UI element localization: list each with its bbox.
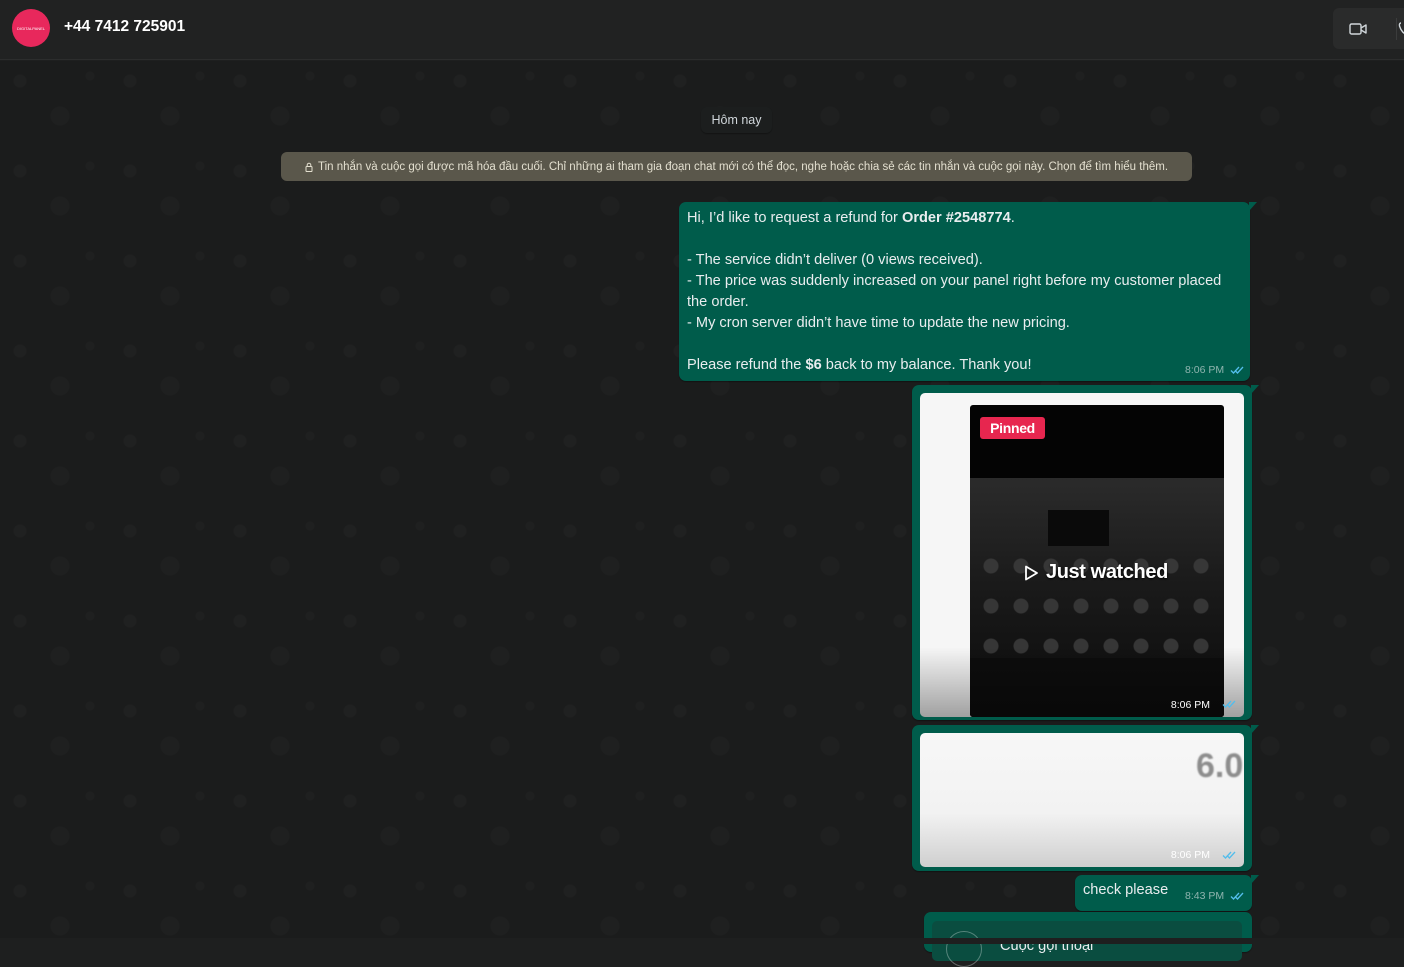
refund-amount: $6 — [805, 357, 822, 373]
call-buttons-group — [1333, 8, 1404, 49]
message-text-segment: . — [1010, 210, 1015, 226]
message-line: - The price was suddenly increased on yo… — [687, 273, 1222, 310]
message-time: 8:43 PM — [1185, 890, 1225, 902]
encryption-notice[interactable]: Tin nhắn và cuộc gọi được mã hóa đầu cuố… — [281, 152, 1192, 181]
outgoing-message-refund-request[interactable]: Hi, I’d like to request a refund for Ord… — [679, 202, 1257, 381]
date-chip: Hôm nay — [701, 107, 772, 133]
scene-screen — [1048, 510, 1109, 546]
message-time: 8:06 PM — [1170, 849, 1210, 861]
bubble-tail — [1249, 202, 1257, 211]
outgoing-call-message[interactable]: Cuộc gọi thoại — [924, 912, 1252, 967]
message-line: - The service didn’t deliver (0 views re… — [687, 252, 983, 268]
phone-icon — [1398, 22, 1404, 35]
pinned-badge: Pinned — [980, 417, 1045, 439]
contact-avatar[interactable]: DIGITALPANEL — [12, 9, 50, 47]
message-line: - My cron server didn’t have time to upd… — [687, 315, 1070, 331]
double-check-read-icon — [1222, 700, 1236, 708]
outgoing-message-check-please[interactable]: check please 8:43 PM — [1075, 875, 1259, 911]
just-watched-overlay: Just watched — [1022, 561, 1168, 584]
message-text-segment: back to my balance. Thank you! — [821, 357, 1032, 373]
bubble-tail — [1251, 385, 1259, 394]
message-line: Hi, I’d like to request a refund for Ord… — [687, 208, 1240, 229]
message-text-segment: Hi, I’d like to request a refund for — [687, 210, 902, 226]
order-number: Order #2548774 — [901, 210, 1011, 226]
outgoing-image-message[interactable]: 6.0 8:06 PM — [912, 725, 1259, 871]
double-check-read-icon — [1230, 366, 1244, 374]
encryption-notice-text: Tin nhắn và cuộc gọi được mã hóa đầu cuố… — [317, 160, 1169, 173]
message-text-segment: Please refund the — [687, 357, 806, 373]
avatar-logo-text: DIGITALPANEL — [16, 25, 46, 31]
play-icon — [1025, 565, 1038, 580]
double-check-read-icon — [1230, 892, 1244, 900]
image-attachment[interactable]: Pinned Just watched 8:06 PM — [920, 393, 1244, 717]
lock-icon — [305, 162, 313, 172]
call-icon — [946, 931, 982, 967]
message-line: Please refund the $6 back to my balance.… — [687, 355, 1240, 376]
message-text: check please — [1083, 882, 1169, 898]
just-watched-label: Just watched — [1046, 561, 1168, 583]
message-text: Hi, I’d like to request a refund for Ord… — [687, 208, 1240, 376]
video-camera-icon — [1349, 23, 1367, 35]
voice-call-button[interactable] — [1397, 16, 1404, 42]
double-check-read-icon — [1222, 851, 1236, 859]
outgoing-image-message[interactable]: Pinned Just watched 8:06 PM — [912, 385, 1259, 720]
bubble-tail — [1251, 875, 1259, 884]
video-call-button[interactable] — [1343, 16, 1373, 42]
partial-price-value: 6.0 — [1196, 747, 1244, 785]
image-attachment[interactable]: 6.0 8:06 PM — [920, 733, 1244, 867]
bottom-edge — [0, 938, 1404, 944]
contact-name[interactable]: +44 7412 725901 — [64, 18, 185, 36]
chat-header: DIGITALPANEL +44 7412 725901 — [0, 0, 1404, 60]
message-time: 8:06 PM — [1170, 699, 1210, 711]
bubble-tail — [1251, 725, 1259, 734]
message-time: 8:06 PM — [1185, 364, 1225, 376]
